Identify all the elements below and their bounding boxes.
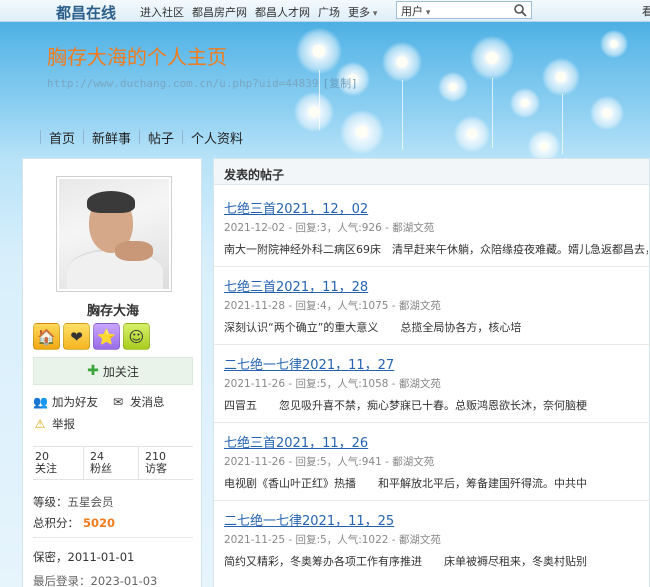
divider (214, 266, 650, 267)
avatar-frame[interactable] (56, 176, 172, 292)
user-points: 总积分： 5020 (33, 515, 115, 531)
top-link-more[interactable]: 更多 (348, 4, 377, 20)
add-friend-label: 加为好友 (52, 395, 98, 409)
warning-icon: ⚠ (34, 417, 46, 431)
post-excerpt: 深刻认识“两个确立”的重大意义 总揽全局协各方，核心培 (224, 321, 522, 334)
level-label: 等级： (33, 495, 68, 509)
tab-posts[interactable]: 帖子 (148, 128, 174, 147)
nav-divider (40, 130, 41, 144)
top-link-house[interactable]: 都昌房产网 (192, 4, 247, 20)
stat-following[interactable]: 20 关注 (33, 447, 83, 479)
username[interactable]: 胸存大海 (23, 300, 203, 319)
stat-visitors[interactable]: 210 访客 (138, 447, 193, 479)
last-login: 最后登录：2023-01-03 (33, 574, 158, 587)
nav-divider (182, 130, 184, 144)
page-title: 胸存大海的个人主页 (47, 45, 227, 69)
star-medal-icon[interactable]: ⭐ (93, 323, 120, 350)
profile-sidebar: 胸存大海 🏠 ❤ ⭐ ☺ ✚ 加关注 👥 加为好友 ✉ 发消息 ⚠ 举报 20 … (22, 158, 202, 587)
post-excerpt: 南大一附院神经外科二病区69床 清早赶来午休躺，众陪缘疫夜难藏。婿儿急返都昌去， (224, 243, 648, 256)
follow-button[interactable]: ✚ 加关注 (33, 357, 193, 385)
stat-fans-label: 粉丝 (90, 462, 112, 475)
follow-label: 加关注 (102, 364, 139, 379)
stat-following-label: 关注 (35, 462, 57, 475)
divider (214, 422, 650, 423)
user-birthday: 保密，2011-01-01 (33, 550, 135, 564)
report-link[interactable]: ⚠ 举报 (33, 416, 75, 432)
post-excerpt: 电视剧《香山叶正红》热播 和平解放北平后，筹备建国歼得流。中共中 (224, 477, 587, 490)
send-message-link[interactable]: ✉ 发消息 (111, 394, 165, 410)
top-nav: 进入社区 都昌房产网 都昌人才网 广场 更多 (140, 4, 377, 20)
house-medal-icon[interactable]: 🏠 (33, 323, 60, 350)
profile-nav: 首页 新鲜事 帖子 个人资料 (32, 125, 243, 149)
level-value: 五星会员 (67, 495, 114, 509)
users-icon: 👥 (33, 395, 48, 409)
add-friend-link[interactable]: 👥 加为好友 (33, 394, 98, 410)
smile-medal-icon[interactable]: ☺ (123, 323, 150, 350)
post-meta: 2021-11-25 - 回复:5，人气:1022 - 鄱湖文苑 (224, 534, 441, 546)
heart-medal-icon[interactable]: ❤ (63, 323, 90, 350)
points-value: 5020 (83, 516, 116, 530)
tab-fresh[interactable]: 新鲜事 (92, 128, 131, 147)
send-message-label: 发消息 (130, 395, 165, 409)
post-meta: 2021-11-28 - 回复:4，人气:1075 - 鄱湖文苑 (224, 300, 441, 312)
stat-visitors-label: 访客 (145, 462, 167, 475)
top-link-jobs[interactable]: 都昌人才网 (255, 4, 310, 20)
profile-url-text: http://www.duchang.com.cn/u.php?uid=4483… (47, 77, 319, 90)
top-bar: 都昌在线 进入社区 都昌房产网 都昌人才网 广场 更多 用户 看 (0, 0, 650, 22)
search-box[interactable]: 用户 (396, 1, 532, 19)
nav-divider (83, 130, 85, 144)
nav-divider (139, 130, 141, 144)
search-icon[interactable] (513, 3, 527, 17)
report-label: 举报 (52, 417, 75, 431)
tab-home[interactable]: 首页 (49, 128, 75, 147)
medal-list: 🏠 ❤ ⭐ ☺ (33, 323, 150, 350)
divider (33, 537, 193, 538)
points-label: 总积分： (33, 516, 79, 530)
search-scope-select[interactable]: 用户 (401, 3, 430, 19)
post-meta: 2021-11-26 - 回复:5，人气:941 - 鄱湖文苑 (224, 456, 435, 468)
post-title[interactable]: 二七绝一七律2021，11，27 (224, 354, 394, 373)
top-link-community[interactable]: 进入社区 (140, 4, 184, 20)
top-right-link[interactable]: 看 (642, 3, 650, 19)
post-meta: 2021-11-26 - 回复:5，人气:1058 - 鄱湖文苑 (224, 378, 441, 390)
user-level: 等级：五星会员 (33, 494, 114, 510)
post-excerpt: 四冒五 忽见吸升喜不禁，痴心梦寐已十春。总贩鸿恩欲长沐，奈何脑梗 (224, 399, 587, 412)
post-title[interactable]: 七绝三首2021，12，02 (224, 198, 368, 217)
divider (214, 500, 650, 501)
top-link-square[interactable]: 广场 (318, 4, 340, 20)
tab-profile[interactable]: 个人资料 (191, 128, 243, 147)
post-title[interactable]: 七绝三首2021，11，26 (224, 432, 368, 451)
stat-fans[interactable]: 24 粉丝 (83, 447, 138, 479)
user-stats: 20 关注 24 粉丝 210 访客 (33, 446, 193, 480)
posts-panel: 发表的帖子 七绝三首2021，12，02 2021-12-02 - 回复:3，人… (213, 158, 650, 587)
post-excerpt: 简约又精彩，冬奥筹办各项工作有序推进 床单被褥尽租来，冬奥村贴别 (224, 555, 587, 568)
post-title[interactable]: 七绝三首2021，11，28 (224, 276, 368, 295)
profile-url: http://www.duchang.com.cn/u.php?uid=4483… (47, 75, 358, 91)
envelope-icon: ✉ (112, 395, 124, 409)
plus-icon: ✚ (87, 363, 99, 379)
post-title[interactable]: 二七绝一七律2021，11，25 (224, 510, 394, 529)
avatar[interactable] (59, 179, 169, 289)
divider (214, 344, 650, 345)
post-meta: 2021-12-02 - 回复:3，人气:926 - 鄱湖文苑 (224, 222, 435, 234)
site-logo[interactable]: 都昌在线 (56, 2, 116, 23)
posts-heading: 发表的帖子 (214, 159, 649, 185)
copy-url-link[interactable]: [复制] (323, 77, 358, 90)
